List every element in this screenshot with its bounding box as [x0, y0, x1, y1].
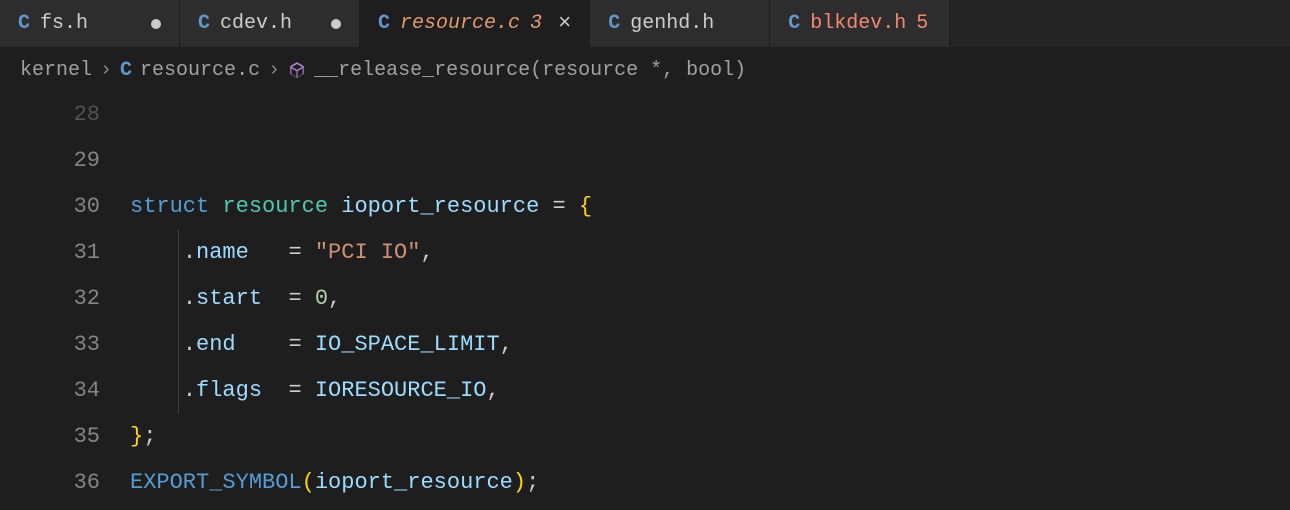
code-line[interactable]: };	[130, 414, 1290, 460]
breadcrumb-segment[interactable]: resource.c	[140, 59, 260, 82]
tab-label: cdev.h	[220, 12, 292, 35]
line-number: 34	[0, 368, 100, 414]
editor[interactable]: 282930313233343536 struct resource iopor…	[0, 92, 1290, 506]
code-line[interactable]: EXPORT_SYMBOL(ioport_resource);	[130, 460, 1290, 506]
tab-badge: 5	[916, 12, 928, 35]
tab-fs-h[interactable]: Cfs.h	[0, 0, 180, 47]
c-file-icon: C	[608, 12, 620, 35]
tab-resource-c[interactable]: Cresource.c 3 ×	[360, 0, 590, 47]
tab-label: fs.h	[40, 12, 88, 35]
line-number: 31	[0, 230, 100, 276]
tab-bar: Cfs.hCcdev.hCresource.c3×Cgenhd.hCblkdev…	[0, 0, 1290, 48]
indent-guide	[178, 322, 179, 368]
line-number: 30	[0, 184, 100, 230]
line-number: 29	[0, 138, 100, 184]
code-line[interactable]: .name = "PCI IO",	[130, 230, 1290, 276]
breadcrumb[interactable]: kernel › Cresource.c › __release_resource(re…	[0, 48, 1290, 92]
line-number: 35	[0, 414, 100, 460]
chevron-right-icon: ›	[268, 59, 280, 82]
c-file-icon: C	[198, 12, 210, 35]
tab-badge: 3	[530, 12, 542, 35]
line-number: 32	[0, 276, 100, 322]
chevron-right-icon: ›	[100, 59, 112, 82]
dirty-indicator-icon	[331, 19, 341, 29]
indent-guide	[178, 368, 179, 414]
c-file-icon: C	[120, 59, 132, 82]
tab-cdev-h[interactable]: Ccdev.h	[180, 0, 360, 47]
indent-guide	[178, 230, 179, 276]
code-line[interactable]	[130, 92, 1290, 138]
line-number: 33	[0, 322, 100, 368]
tab-blkdev-h[interactable]: Cblkdev.h 5	[770, 0, 950, 47]
tab-label: blkdev.h	[810, 12, 906, 35]
dirty-indicator-icon	[151, 19, 161, 29]
breadcrumb-segment[interactable]: __release_resource(resource *, bool)	[314, 59, 746, 82]
code-line[interactable]: .end = IO_SPACE_LIMIT,	[130, 322, 1290, 368]
line-gutter: 282930313233343536	[0, 92, 130, 506]
code-line[interactable]: struct resource ioport_resource = {	[130, 184, 1290, 230]
c-file-icon: C	[18, 12, 30, 35]
line-number: 36	[0, 460, 100, 506]
line-number: 28	[0, 92, 100, 138]
indent-guide	[178, 276, 179, 322]
c-file-icon: C	[378, 12, 390, 35]
breadcrumb-segment[interactable]: kernel	[20, 59, 92, 82]
code-area[interactable]: struct resource ioport_resource = { .nam…	[130, 92, 1290, 506]
tab-genhd-h[interactable]: Cgenhd.h	[590, 0, 770, 47]
close-icon[interactable]: ×	[558, 13, 571, 35]
c-file-icon: C	[788, 12, 800, 35]
tab-label: resource.c	[400, 12, 520, 35]
code-line[interactable]	[130, 138, 1290, 184]
code-line[interactable]: .start = 0,	[130, 276, 1290, 322]
symbol-method-icon	[288, 61, 306, 79]
code-line[interactable]: .flags = IORESOURCE_IO,	[130, 368, 1290, 414]
tab-label: genhd.h	[630, 12, 714, 35]
